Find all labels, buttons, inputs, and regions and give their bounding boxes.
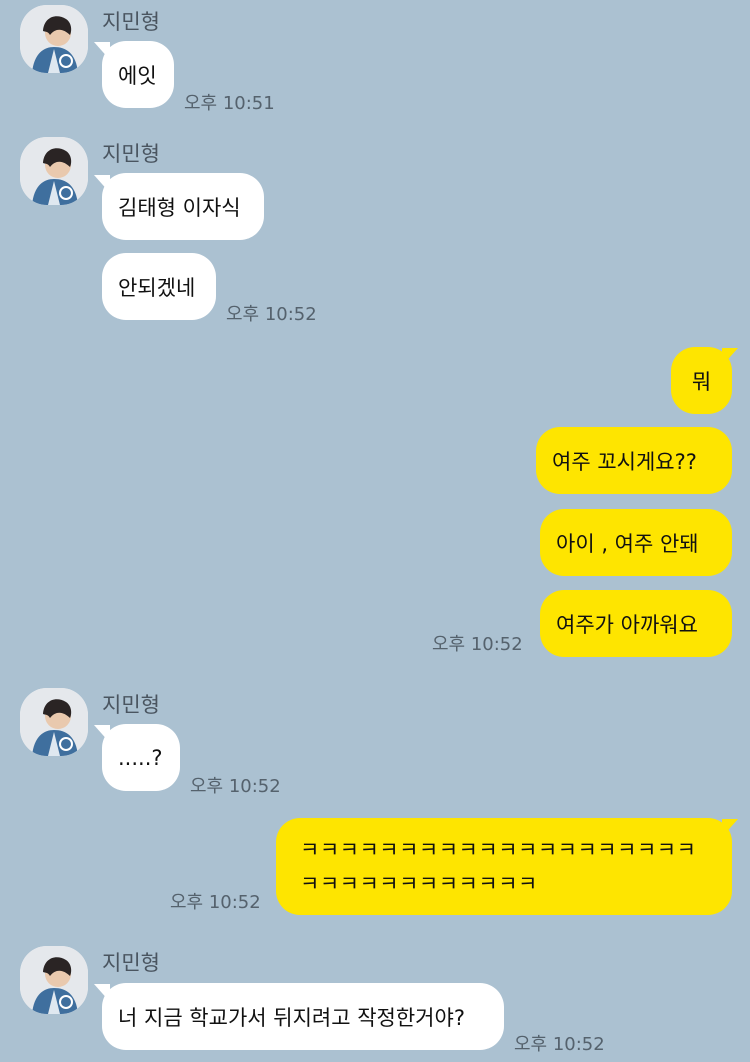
message-bubble[interactable]: 여주 꼬시게요?? bbox=[536, 427, 732, 494]
message-timestamp: 오후 10:52 bbox=[226, 304, 317, 325]
avatar[interactable] bbox=[20, 5, 88, 73]
sender-name: 지민형 bbox=[102, 142, 160, 166]
profile-photo-icon bbox=[20, 137, 88, 205]
profile-photo-icon bbox=[20, 946, 88, 1014]
message-timestamp: 오후 10:52 bbox=[170, 892, 261, 913]
sender-name: 지민형 bbox=[102, 693, 160, 717]
avatar[interactable] bbox=[20, 137, 88, 205]
message-bubble[interactable]: 안되겠네 bbox=[102, 253, 216, 320]
message-bubble[interactable]: 에잇 bbox=[102, 41, 174, 108]
avatar[interactable] bbox=[20, 688, 88, 756]
message-bubble[interactable]: .....? bbox=[102, 724, 180, 791]
sender-name: 지민형 bbox=[102, 10, 160, 34]
message-timestamp: 오후 10:52 bbox=[514, 1034, 605, 1055]
message-timestamp: 오후 10:51 bbox=[184, 93, 275, 114]
message-bubble[interactable]: 너 지금 학교가서 뒤지려고 작정한거야? bbox=[102, 983, 504, 1050]
message-timestamp: 오후 10:52 bbox=[432, 634, 523, 655]
message-timestamp: 오후 10:52 bbox=[190, 776, 281, 797]
message-bubble[interactable]: 김태형 이자식 bbox=[102, 173, 264, 240]
profile-photo-icon bbox=[20, 688, 88, 756]
avatar[interactable] bbox=[20, 946, 88, 1014]
message-bubble[interactable]: 여주가 아까워요 bbox=[540, 590, 732, 657]
message-bubble[interactable]: 뭐 bbox=[671, 347, 732, 414]
message-bubble[interactable]: 아이 , 여주 안돼 bbox=[540, 509, 732, 576]
sender-name: 지민형 bbox=[102, 951, 160, 975]
profile-photo-icon bbox=[20, 5, 88, 73]
message-bubble[interactable]: ㅋㅋㅋㅋㅋㅋㅋㅋㅋㅋㅋㅋㅋㅋㅋㅋㅋㅋㅋㅋㅋㅋㅋㅋㅋㅋㅋㅋㅋㅋㅋㅋ bbox=[276, 818, 732, 915]
